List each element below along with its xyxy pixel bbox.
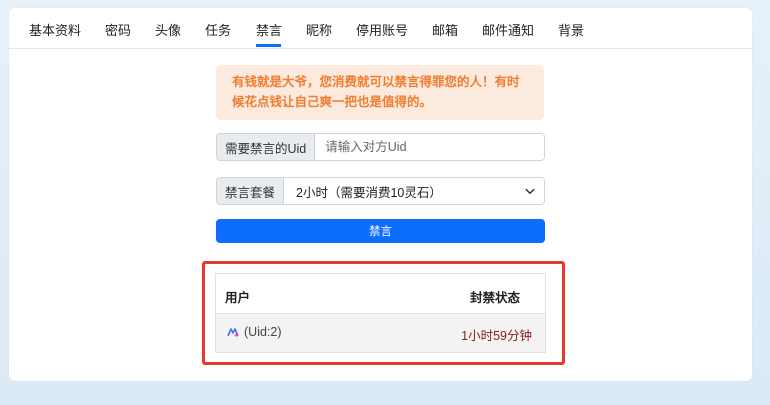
avatar-icon [227, 328, 239, 337]
tab-password[interactable]: 密码 [105, 20, 131, 46]
tab-mute[interactable]: 禁言 [256, 20, 282, 46]
tab-email[interactable]: 邮箱 [432, 20, 458, 46]
tab-tasks[interactable]: 任务 [205, 20, 231, 46]
uid-label: 需要禁言的Uid [217, 134, 316, 160]
tab-basic-info[interactable]: 基本资料 [29, 20, 81, 46]
uid-input[interactable] [315, 134, 544, 160]
chevron-down-icon [525, 188, 535, 194]
column-header-status: 封禁状态 [469, 291, 520, 305]
package-select[interactable]: 2小时（需要消费10灵石） [284, 178, 544, 204]
table-header: 用户 封禁状态 [216, 274, 545, 314]
settings-card: 基本资料 密码 头像 任务 禁言 昵称 停用账号 邮箱 邮件通知 背景 有钱就是… [9, 8, 752, 381]
package-input-group: 禁言套餐 2小时（需要消费10灵石） [216, 177, 545, 205]
mute-submit-button[interactable]: 禁言 [216, 219, 545, 243]
tab-avatar[interactable]: 头像 [155, 20, 181, 46]
tab-background[interactable]: 背景 [558, 20, 584, 46]
table-row: (Uid:2) 1小时59分钟 [216, 314, 545, 352]
settings-tabs: 基本资料 密码 头像 任务 禁言 昵称 停用账号 邮箱 邮件通知 背景 [9, 8, 752, 49]
package-label: 禁言套餐 [217, 178, 285, 204]
ban-status: 1小时59分钟 [461, 329, 532, 343]
user-id: (Uid:2) [244, 325, 282, 339]
ban-table: 用户 封禁状态 (Uid:2) 1小时59分钟 [215, 273, 546, 353]
package-selected-value: 2小时（需要消费10灵石） [296, 185, 442, 200]
active-tab-indicator [256, 44, 281, 47]
info-alert: 有钱就是大爷，您消费就可以禁言得罪您的人！有时候花点钱让自己爽一把也是值得的。 [216, 65, 544, 120]
uid-input-group: 需要禁言的Uid [216, 133, 545, 161]
column-header-user: 用户 [225, 291, 251, 305]
tab-email-notifications[interactable]: 邮件通知 [482, 20, 534, 46]
user-cell: (Uid:2) [227, 325, 282, 339]
tab-nickname[interactable]: 昵称 [306, 20, 332, 46]
tab-deactivate-account[interactable]: 停用账号 [356, 20, 408, 46]
